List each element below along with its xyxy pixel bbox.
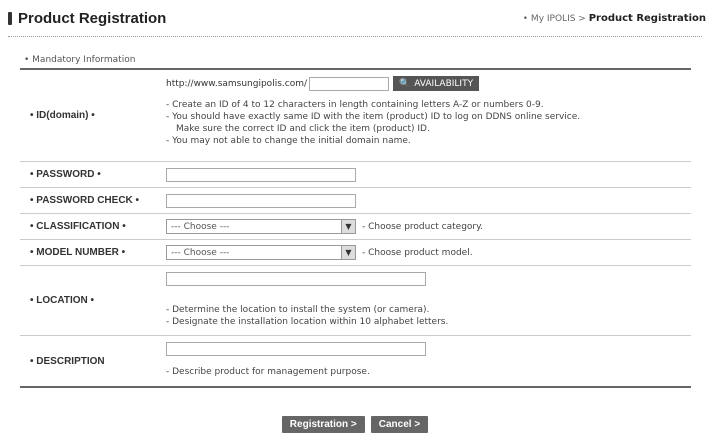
id-note-3: Make sure the correct ID and click the i… xyxy=(176,124,430,134)
registration-button[interactable]: Registration > xyxy=(281,416,365,433)
password-check-input[interactable] xyxy=(166,193,356,208)
classification-select[interactable]: --- Choose --- ▼ xyxy=(166,219,356,234)
label-model-number: • MODEL NUMBER • xyxy=(30,247,126,258)
row-location: • LOCATION • - Determine the location to… xyxy=(20,266,691,336)
availability-button-label: AVAILABILITY xyxy=(414,78,474,89)
password-input[interactable] xyxy=(166,167,356,182)
section-label: • Mandatory Information xyxy=(24,55,136,65)
cancel-button[interactable]: Cancel > xyxy=(370,416,429,433)
mandatory-section: • Mandatory Information • ID(domain) • h… xyxy=(20,52,691,388)
label-password-check: • PASSWORD CHECK • xyxy=(30,195,140,206)
page-title: Product Registration xyxy=(8,10,166,27)
label-classification: • CLASSIFICATION • xyxy=(30,221,126,232)
breadcrumb-prefix[interactable]: • My IPOLIS > xyxy=(523,14,586,24)
description-note-1: - Describe product for management purpos… xyxy=(166,367,370,377)
chevron-down-icon[interactable]: ▼ xyxy=(341,220,355,233)
row-model-number: • MODEL NUMBER • --- Choose --- ▼ - Choo… xyxy=(20,240,691,266)
breadcrumb-current: Product Registration xyxy=(588,13,706,24)
title-bar-icon xyxy=(8,12,12,25)
id-note-1: - Create an ID of 4 to 12 characters in … xyxy=(166,100,544,110)
id-url-prefix: http://www.samsungipolis.com/ xyxy=(166,78,307,89)
location-note-2: - Designate the installation location wi… xyxy=(166,317,449,327)
search-icon: 🔍 xyxy=(399,78,411,89)
row-password-check: • PASSWORD CHECK • xyxy=(20,188,691,214)
registration-form: • ID(domain) • http://www.samsungipolis.… xyxy=(20,68,691,388)
classification-hint: - Choose product category. xyxy=(362,221,484,232)
page-header: Product Registration • My IPOLIS > Produ… xyxy=(8,8,706,32)
description-input[interactable] xyxy=(166,342,426,356)
chevron-down-icon[interactable]: ▼ xyxy=(341,246,355,259)
label-id: • ID(domain) • xyxy=(30,110,95,121)
breadcrumb: • My IPOLIS > Product Registration xyxy=(523,13,706,24)
row-password: • PASSWORD • xyxy=(20,162,691,188)
row-id: • ID(domain) • http://www.samsungipolis.… xyxy=(20,70,691,162)
model-number-selected: --- Choose --- xyxy=(171,247,230,258)
availability-button[interactable]: 🔍 AVAILABILITY xyxy=(393,76,480,91)
classification-selected: --- Choose --- xyxy=(171,221,230,232)
header-divider xyxy=(8,36,702,37)
id-input[interactable] xyxy=(309,76,389,91)
id-note-4: - You may not able to change the initial… xyxy=(166,136,411,146)
location-note-1: - Determine the location to install the … xyxy=(166,305,430,315)
model-number-hint: - Choose product model. xyxy=(362,247,473,258)
label-description: • DESCRIPTION xyxy=(30,355,105,367)
model-number-select[interactable]: --- Choose --- ▼ xyxy=(166,245,356,260)
label-password: • PASSWORD • xyxy=(30,169,101,180)
label-location: • LOCATION • xyxy=(30,295,95,306)
location-input[interactable] xyxy=(166,272,426,286)
button-bar: Registration > Cancel > xyxy=(0,416,710,433)
page-title-text: Product Registration xyxy=(18,10,167,27)
id-note-2: - You should have exactly same ID with t… xyxy=(166,112,581,122)
row-description: • DESCRIPTION - Describe product for man… xyxy=(20,336,691,386)
row-classification: • CLASSIFICATION • --- Choose --- ▼ - Ch… xyxy=(20,214,691,240)
